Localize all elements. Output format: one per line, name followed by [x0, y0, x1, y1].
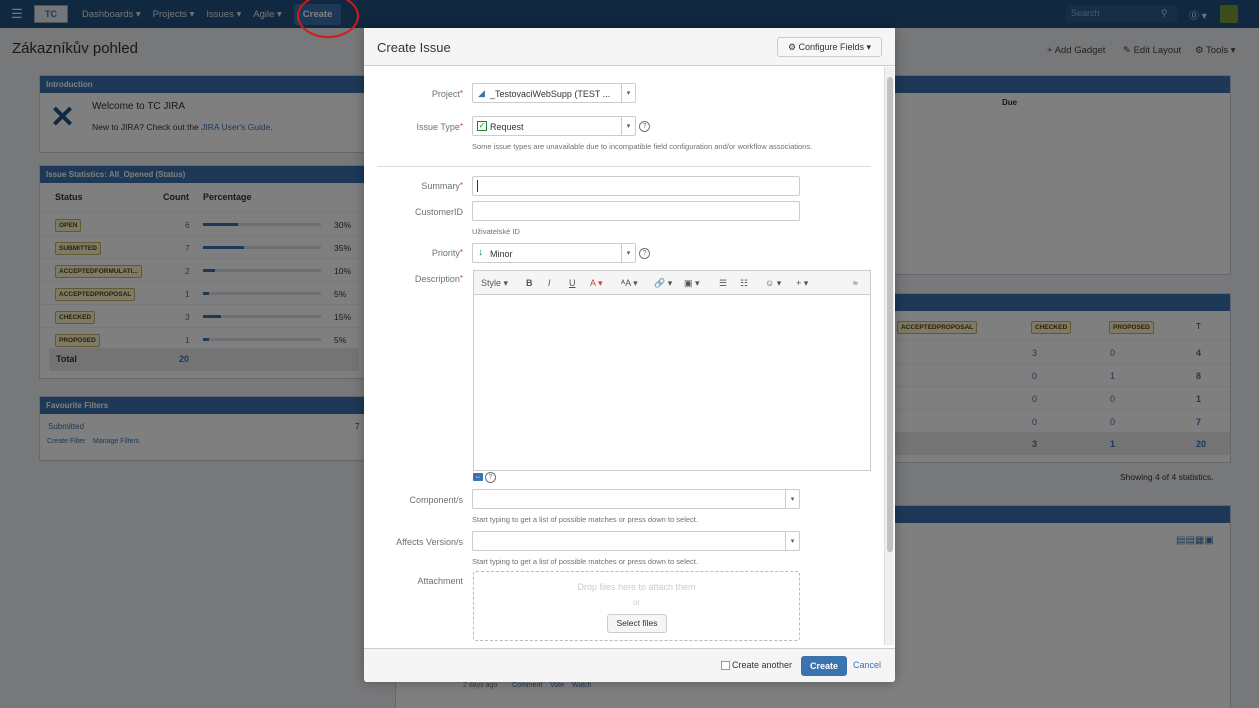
chevron-down-icon[interactable]: ▾ — [785, 532, 799, 550]
attachment-label-text: Attachment — [417, 576, 463, 586]
versions-hint: Start typing to get a list of possible m… — [472, 557, 698, 566]
description-editor[interactable] — [473, 295, 871, 471]
help-icon[interactable]: ? — [485, 472, 496, 483]
attachment-dropzone[interactable]: Drop files here to attach them or Select… — [473, 571, 800, 641]
project-icon: ◢ — [478, 88, 485, 98]
or-text: or — [632, 598, 641, 607]
issue-type-hint: Some issue types are unavailable due to … — [472, 142, 813, 151]
required-mark: * — [459, 122, 463, 131]
dialog-scrollbar[interactable] — [884, 67, 894, 645]
chevron-down-icon[interactable]: ▾ — [621, 84, 635, 102]
create-another-label: Create another — [732, 660, 793, 670]
required-mark: * — [459, 89, 463, 98]
issue-type-select[interactable]: ✓ Request ▾ — [472, 116, 636, 136]
dialog-header: Create Issue ⚙ Configure Fields ▾ — [364, 28, 895, 66]
italic-button[interactable]: I — [548, 278, 551, 288]
project-value: _TestovaciWebSupp (TEST ... — [490, 89, 611, 99]
required-mark: * — [459, 181, 463, 190]
text-cursor — [477, 180, 478, 192]
summary-input[interactable] — [472, 176, 800, 196]
priority-value: Minor — [490, 249, 513, 259]
components-input[interactable]: ▾ — [472, 489, 800, 509]
versions-input[interactable]: ▾ — [472, 531, 800, 551]
help-icon[interactable]: ? — [639, 248, 650, 259]
components-label: Component/s — [323, 495, 463, 505]
bold-button[interactable]: B — [526, 278, 533, 288]
customerid-hint: Uživatelské ID — [472, 227, 520, 236]
description-label-text: Description — [414, 274, 460, 284]
editor-toolbar: Style ▾ B I U A ▾ ᴬA ▾ 🔗 ▾ ▣ ▾ ☰ ☷ ☺ ▾ +… — [473, 270, 871, 295]
create-another-checkbox[interactable] — [721, 661, 730, 670]
configure-fields-button[interactable]: ⚙ Configure Fields ▾ — [777, 37, 882, 57]
divider — [377, 166, 871, 167]
chevron-down-icon[interactable]: ▾ — [785, 490, 799, 508]
dialog-title: Create Issue — [377, 40, 451, 55]
customerid-input[interactable] — [472, 201, 800, 221]
issue-type-label-text: Issue Type — [416, 122, 460, 132]
numbered-list-button[interactable]: ☷ — [740, 278, 748, 289]
help-icon[interactable]: ? — [639, 121, 650, 132]
summary-label: Summary* — [323, 181, 463, 191]
text-size-button[interactable]: ᴬA ▾ — [621, 278, 638, 289]
request-icon: ✓ — [477, 121, 487, 131]
priority-label-text: Priority — [431, 248, 460, 258]
project-label-text: Project — [431, 89, 460, 99]
dialog-footer: Create another Create Cancel — [364, 648, 895, 682]
bullet-list-button[interactable]: ☰ — [719, 278, 727, 289]
emoji-button[interactable]: ☺ ▾ — [765, 278, 781, 289]
cancel-link[interactable]: Cancel — [853, 660, 881, 670]
style-dropdown[interactable]: Style ▾ — [481, 278, 508, 289]
visual-mode-icon[interactable]: ↔ — [473, 473, 483, 481]
priority-label: Priority* — [323, 248, 463, 258]
image-button[interactable]: ▣ ▾ — [684, 278, 700, 289]
attachment-label: Attachment — [323, 576, 463, 586]
required-mark: * — [459, 248, 463, 257]
project-select[interactable]: ◢ _TestovaciWebSupp (TEST ... ▾ — [472, 83, 636, 103]
chevron-down-icon[interactable]: ▾ — [621, 117, 635, 135]
select-files-button[interactable]: Select files — [607, 614, 667, 633]
customerid-label-text: CustomerID — [414, 207, 463, 217]
priority-select[interactable]: ↓ Minor ▾ — [472, 243, 636, 263]
insert-more-button[interactable]: + ▾ — [796, 278, 808, 289]
issue-type-value: Request — [490, 122, 524, 132]
project-label: Project* — [323, 89, 463, 99]
customerid-label: CustomerID — [323, 207, 463, 217]
issue-type-label: Issue Type* — [323, 122, 464, 132]
versions-label-text: Affects Version/s — [396, 537, 463, 547]
components-label-text: Component/s — [409, 495, 463, 505]
description-label: Description* — [323, 274, 463, 284]
components-hint: Start typing to get a list of possible m… — [472, 515, 698, 524]
summary-label-text: Summary — [421, 181, 460, 191]
text-color-button[interactable]: A ▾ — [590, 278, 603, 289]
scrollbar-thumb[interactable] — [887, 77, 893, 552]
link-button[interactable]: 🔗 ▾ — [654, 278, 672, 289]
underline-button[interactable]: U — [569, 278, 576, 288]
versions-label: Affects Version/s — [323, 537, 463, 547]
arrow-down-icon: ↓ — [478, 247, 483, 258]
drop-text: Drop files here to attach them — [577, 582, 696, 592]
collapse-toolbar-icon[interactable]: ≈ — [853, 278, 858, 288]
create-submit-button[interactable]: Create — [801, 656, 847, 676]
chevron-down-icon[interactable]: ▾ — [621, 244, 635, 262]
required-mark: * — [459, 274, 463, 283]
